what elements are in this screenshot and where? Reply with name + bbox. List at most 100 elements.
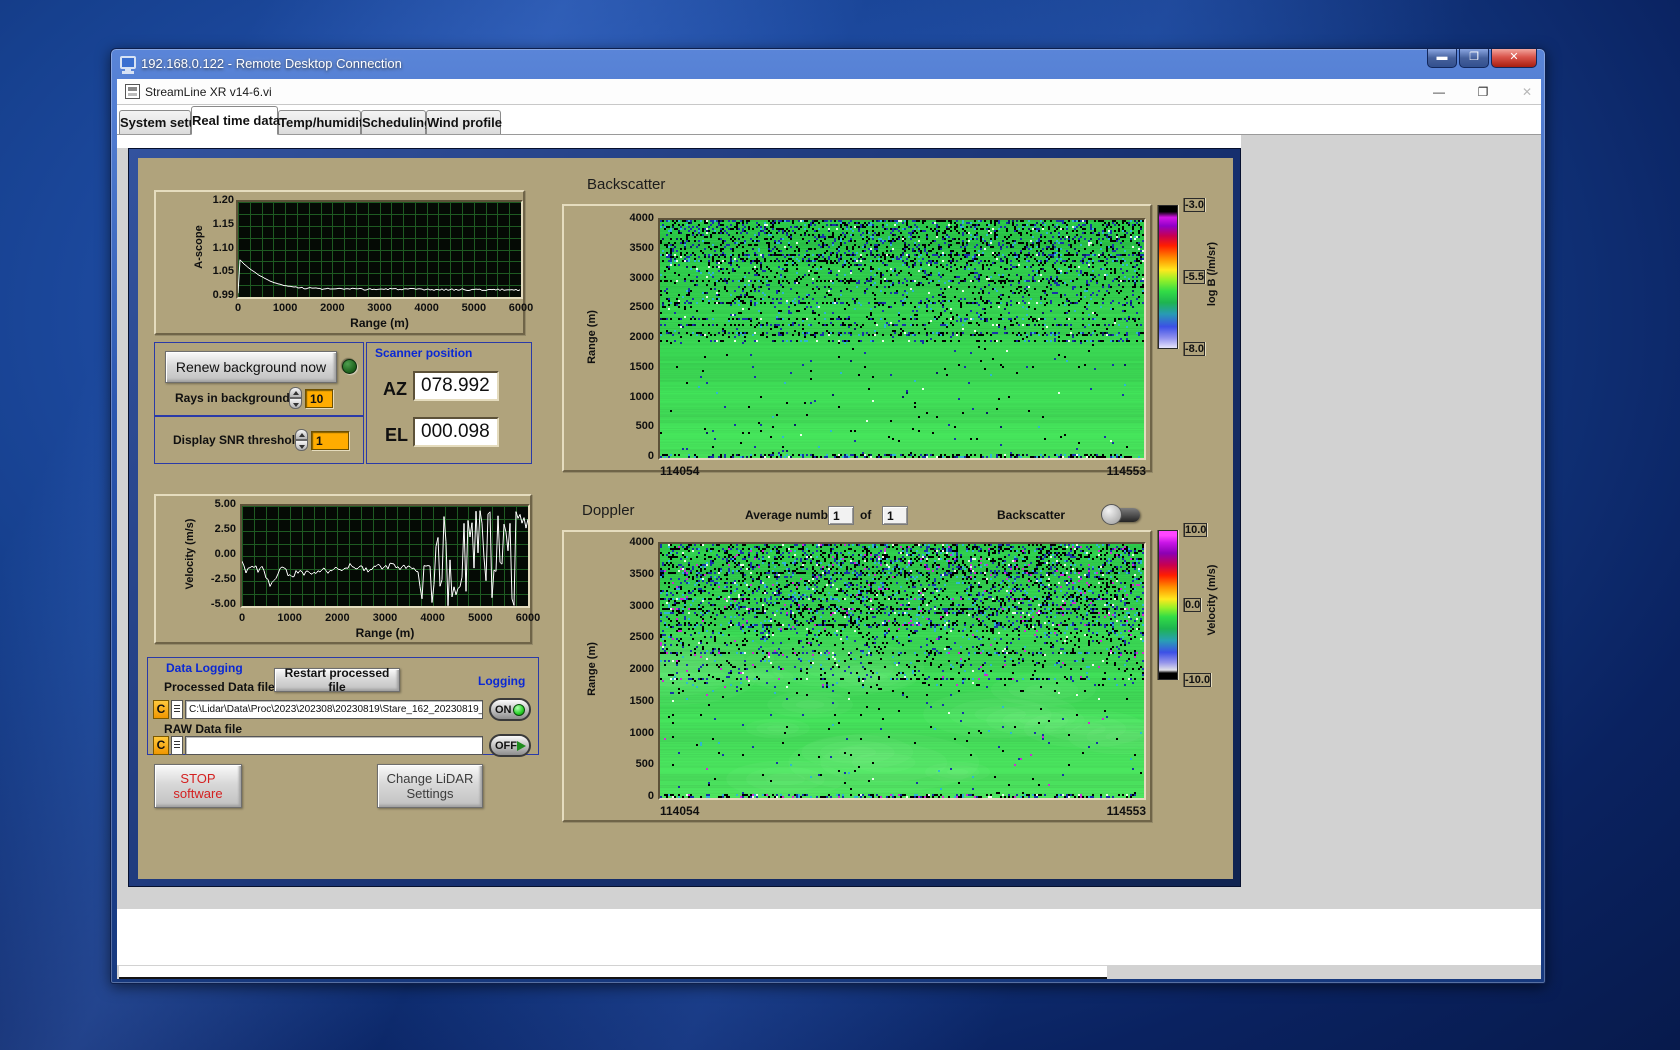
raw-logging-toggle[interactable]: OFF — [489, 734, 531, 757]
tick-label: 1.05 — [212, 265, 234, 278]
tick-label: -5.5 — [1184, 270, 1205, 284]
tick-label: 2000 — [320, 302, 345, 314]
doppler-y-axis: 4000 3500 3000 2500 2000 1500 1000 500 0 — [614, 536, 654, 802]
toggle-knob[interactable] — [1101, 504, 1122, 525]
renew-background-button[interactable]: Renew background now — [165, 351, 337, 383]
data-logging-title: Data Logging — [166, 661, 243, 675]
tick-label: 500 — [635, 420, 654, 433]
scanner-position-box: Scanner position AZ 078.992 EL 000.098 — [366, 342, 532, 464]
vi-titlebar: StreamLine XR v14-6.vi — ❐ ✕ — [117, 79, 1541, 105]
processed-path-field[interactable]: C:\Lidar\Data\Proc\2023\202308\20230819\… — [185, 700, 483, 719]
tick-label: 3000 — [629, 271, 654, 284]
maximize-button[interactable]: ❐ — [1459, 49, 1489, 68]
on-led-icon — [513, 703, 525, 716]
tick-label: -2.50 — [210, 573, 236, 585]
doppler-section-title: Doppler — [582, 502, 635, 519]
tick-label: 3500 — [629, 241, 654, 254]
restart-processed-file-button[interactable]: Restart processed file — [274, 666, 400, 694]
ascope-xlabel: Range (m) — [350, 316, 409, 330]
rays-value-field[interactable]: 10 — [305, 389, 333, 408]
snr-threshold-label: Display SNR threshold — [173, 433, 303, 447]
tick-label: 0 — [238, 612, 246, 624]
velocity-plot — [240, 504, 530, 608]
vi-minimize-button[interactable]: — — [1425, 84, 1453, 100]
background-led — [342, 359, 357, 374]
tab-temp-humidity[interactable]: Temp/humidity — [278, 110, 370, 134]
tab-scheduling[interactable]: Scheduling — [361, 110, 432, 134]
doppler-time-end: 114553 — [1106, 804, 1146, 818]
close-button[interactable]: ✕ — [1491, 49, 1537, 68]
of-label: of — [860, 508, 872, 522]
tick-label: 2.50 — [214, 523, 236, 535]
desktop: 192.168.0.122 - Remote Desktop Connectio… — [0, 0, 1680, 1050]
vi-client-area: A-scope 1.20 1.15 1.10 1.05 0.99 0 1000 2000 30… — [117, 135, 1541, 979]
raw-path-field[interactable] — [185, 736, 483, 755]
el-label: EL — [385, 425, 409, 445]
backscatter-colorbar — [1158, 205, 1178, 349]
tab-wind-profile[interactable]: Wind profile — [426, 110, 502, 134]
average-number-field[interactable]: 1 — [828, 506, 854, 525]
snr-spinner[interactable] — [295, 429, 308, 451]
raw-data-file-label: RAW Data file — [164, 722, 243, 736]
horizontal-scrollbar[interactable] — [119, 966, 1107, 979]
tick-label: 1000 — [629, 390, 654, 403]
doppler-graph: Range (m) 4000 3500 3000 2500 2000 1500 1000 50… — [562, 530, 1152, 822]
tick-label: 1000 — [277, 612, 302, 624]
tick-label: 6000 — [515, 612, 541, 624]
tick-label: 4000 — [629, 536, 654, 548]
snr-value-field[interactable]: 1 — [311, 431, 349, 450]
vi-restore-button[interactable]: ❐ — [1469, 84, 1497, 100]
tick-label: 1.15 — [212, 217, 234, 230]
tick-label: 500 — [635, 758, 654, 771]
tick-label: 3000 — [372, 612, 398, 624]
backscatter-colorbar-label: log B (/m/sr) — [1206, 241, 1218, 307]
backscatter-section-title: Backscatter — [587, 176, 666, 193]
raw-browse-icon[interactable] — [171, 736, 183, 755]
tick-label: 1.10 — [212, 241, 234, 254]
backscatter-ylabel: Range (m) — [586, 310, 598, 364]
scanner-position-title: Scanner position — [375, 346, 473, 360]
tab-strip: System setup Real time data Temp/humidit… — [117, 105, 1541, 135]
backscatter-toggle-label: Backscatter — [997, 508, 1066, 522]
tab-real-time-data[interactable]: Real time data — [191, 106, 280, 135]
minimize-button[interactable]: ▬ — [1427, 49, 1457, 68]
tick-label: -3.0 — [1184, 198, 1205, 212]
tab-system-setup[interactable]: System setup — [119, 110, 205, 134]
tick-label: 2500 — [629, 301, 654, 314]
backscatter-toggle[interactable] — [1101, 504, 1140, 525]
raw-drive-box[interactable]: C — [153, 736, 169, 755]
stop-line2: software — [173, 786, 223, 801]
velocity-xlabel: Range (m) — [355, 626, 415, 640]
rays-spinner[interactable] — [289, 387, 302, 409]
tick-label: 1000 — [629, 726, 654, 739]
vi-close-button[interactable]: ✕ — [1513, 84, 1541, 100]
main-panel: A-scope 1.20 1.15 1.10 1.05 0.99 0 1000 2000 30… — [138, 158, 1233, 879]
tick-label: 0.00 — [214, 548, 236, 560]
processed-browse-icon[interactable] — [171, 700, 183, 719]
hscroll-row — [117, 965, 1541, 979]
tick-label: 1500 — [629, 360, 654, 373]
stop-software-button[interactable]: STOP software — [154, 764, 242, 808]
tick-label: 0 — [234, 302, 242, 314]
tick-label: 2500 — [629, 631, 654, 644]
tick-label: 5000 — [461, 302, 487, 314]
ascope-graph: A-scope 1.20 1.15 1.10 1.05 0.99 0 1000 2000 30… — [154, 190, 533, 335]
change-line1: Change LiDAR — [386, 771, 474, 786]
vi-window-title: StreamLine XR v14-6.vi — [145, 85, 272, 99]
processed-logging-toggle[interactable]: ON — [489, 698, 531, 721]
backscatter-graph: Range (m) 4000 3500 3000 2500 2000 1500 1000 50… — [562, 204, 1152, 478]
rdp-app-icon — [120, 56, 136, 72]
ascope-canvas — [238, 202, 521, 297]
stop-line1: STOP — [180, 771, 216, 786]
processed-drive-box[interactable]: C — [153, 700, 169, 719]
backscatter-plot — [658, 218, 1146, 460]
backscatter-time-end: 114553 — [1106, 464, 1146, 478]
tick-label: 2000 — [325, 612, 350, 624]
az-label: AZ — [383, 379, 407, 399]
velocity-x-axis: 0 1000 2000 3000 4000 5000 6000 — [238, 612, 540, 624]
tick-label: -8.0 — [1184, 342, 1205, 356]
change-lidar-settings-button[interactable]: Change LiDAR Settings — [377, 764, 483, 808]
remote-desktop-view: StreamLine XR v14-6.vi — ❐ ✕ System setu… — [117, 79, 1541, 979]
tick-label: 0.0 — [1184, 598, 1202, 612]
average-count-field[interactable]: 1 — [882, 506, 908, 525]
